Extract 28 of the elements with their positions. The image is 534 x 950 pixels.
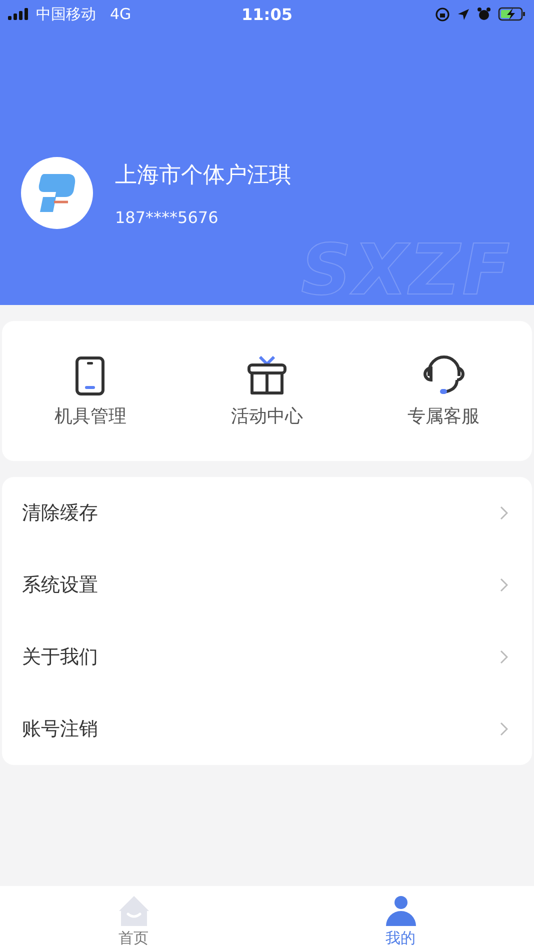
chevron-icon	[500, 650, 508, 664]
menu-item[interactable]: 清除缓存	[2, 477, 532, 549]
home-icon	[118, 895, 150, 927]
phone-number: 187****5676	[115, 208, 220, 226]
alarm-icon	[477, 7, 491, 21]
tab-item[interactable]: 首页	[0, 886, 267, 950]
menu-item[interactable]: 账号注销	[2, 693, 532, 765]
gift-icon	[247, 356, 287, 396]
menu-item[interactable]: 系统设置	[2, 549, 532, 621]
rotation-lock-icon	[435, 6, 450, 22]
carrier-name: 中国移动	[36, 4, 96, 24]
shortcut-label[interactable]: 机具管理	[54, 404, 126, 428]
chevron-icon	[500, 578, 508, 592]
chevron-icon	[500, 506, 508, 520]
location-icon	[457, 8, 470, 20]
signal-icon	[8, 8, 30, 20]
shortcut-label[interactable]: 专属客服	[408, 404, 480, 428]
headset-icon	[422, 354, 465, 396]
network-type: 4G	[110, 5, 132, 23]
tab-item[interactable]: 我的	[267, 886, 534, 950]
menu-item[interactable]: 关于我们	[2, 621, 532, 693]
shortcut-label[interactable]: 活动中心	[231, 404, 303, 428]
clock: 11:05	[242, 4, 292, 24]
battery-charging-icon	[498, 7, 526, 21]
person-icon	[384, 895, 416, 927]
account-name: 上海市个体户汪琪	[115, 162, 291, 190]
phone-icon	[75, 356, 106, 396]
chevron-icon	[500, 722, 508, 736]
